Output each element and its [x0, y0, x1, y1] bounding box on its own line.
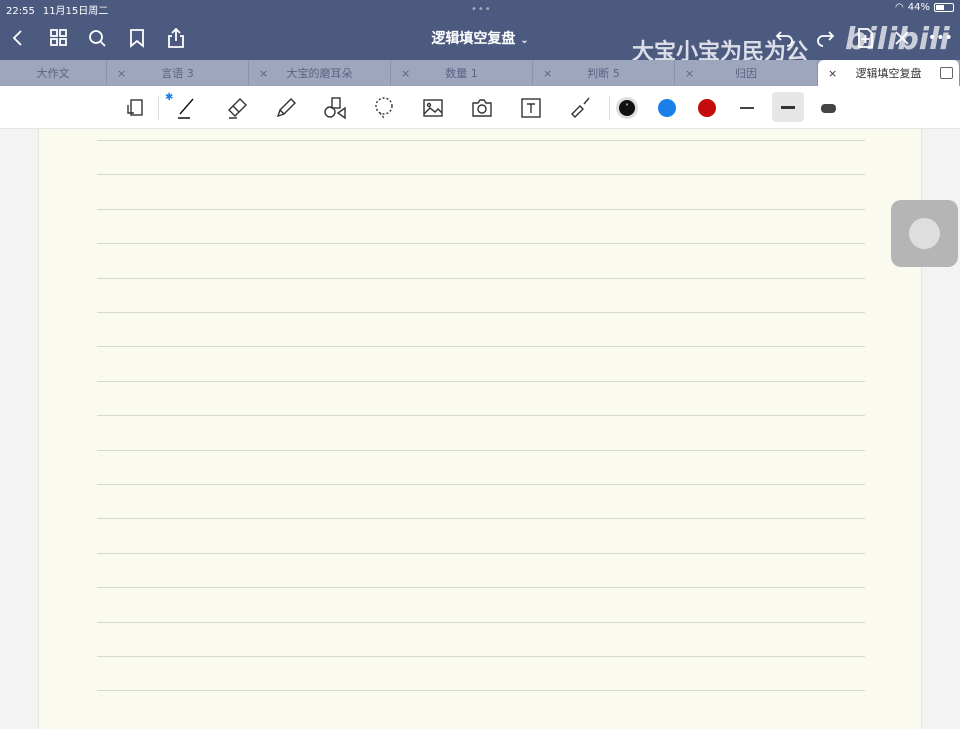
close-tab-icon[interactable]: × [401, 67, 410, 80]
pen-tool[interactable] [172, 94, 200, 122]
ruled-line [97, 484, 865, 485]
chevron-down-icon: ⌄ [520, 35, 529, 46]
tab-label: 归因 [735, 67, 757, 80]
laser-pointer-icon [571, 97, 590, 118]
ruled-line [97, 174, 865, 176]
shapes-icon [324, 97, 346, 120]
status-bar: 22:55 11月15日周二 [6, 2, 116, 17]
ruled-line [97, 518, 865, 520]
laser-pointer-tool[interactable] [566, 94, 594, 122]
redo-button[interactable] [815, 26, 835, 50]
stroke-thin[interactable] [733, 94, 761, 122]
stroke-medium-selected[interactable] [772, 92, 804, 122]
tab-label: 判断 5 [587, 67, 620, 80]
highlighter-tool[interactable] [272, 94, 300, 122]
lasso-tool[interactable] [370, 94, 398, 122]
thin-line-icon [740, 107, 754, 109]
tab-label: 数量 1 [445, 67, 478, 80]
camera-icon [472, 99, 492, 117]
ruled-line [97, 690, 865, 692]
image-icon [423, 99, 443, 117]
status-right: ◠ 44% [895, 2, 954, 13]
eraser-icon [228, 98, 247, 119]
medium-line-icon [781, 105, 795, 109]
lasso-icon [375, 97, 393, 119]
ruled-line [97, 312, 865, 313]
redo-icon [817, 31, 835, 47]
shape-tool[interactable] [321, 94, 349, 122]
tab-moerduo[interactable]: × 大宝的磨耳朵 [249, 60, 391, 86]
ruled-line [97, 140, 865, 141]
ruled-line [97, 621, 865, 623]
ruled-line [97, 346, 865, 348]
read-mode-button[interactable] [121, 94, 149, 122]
stroke-thick[interactable] [814, 94, 842, 122]
text-tool[interactable] [517, 94, 545, 122]
drawing-toolbar: ✱ ˅ [0, 86, 960, 129]
ruled-line [97, 277, 865, 279]
camera-tool[interactable] [468, 94, 496, 122]
color-black[interactable]: ˅ [613, 94, 641, 122]
chevron-down-icon: ˅ [619, 100, 635, 116]
thick-line-icon [820, 103, 836, 113]
divider [609, 96, 610, 120]
tab-dazuowen[interactable]: 大作文 [0, 60, 107, 86]
floating-assistive-button[interactable] [891, 200, 958, 267]
close-tab-icon[interactable]: × [117, 67, 126, 80]
tab-panduan[interactable]: × 判断 5 [533, 60, 675, 86]
divider [158, 96, 159, 120]
image-tool[interactable] [419, 94, 447, 122]
tab-luoji-active[interactable]: × 逻辑填空复盘 [818, 60, 960, 86]
tab-guiyin[interactable]: × 归因 [675, 60, 818, 86]
date: 11月15日周二 [42, 6, 109, 17]
eraser-tool[interactable] [223, 94, 251, 122]
close-tab-icon[interactable]: × [543, 67, 552, 80]
ruled-line [97, 208, 865, 210]
close-tab-icon[interactable]: × [828, 67, 837, 80]
tab-label: 言语 3 [161, 67, 194, 80]
pen-icon [178, 98, 194, 119]
bilibili-logo: bilibili [845, 22, 950, 57]
tab-yanyu[interactable]: × 言语 3 [107, 60, 249, 86]
top-bar: 22:55 11月15日周二 ••• ◠ 44% 逻辑填空复盘 ⌄ ••• 大宝小… [0, 0, 960, 65]
multitask-dots[interactable]: ••• [471, 4, 492, 15]
wifi-icon: ◠ [895, 2, 904, 13]
tab-shuliang[interactable]: × 数量 1 [391, 60, 533, 86]
ruled-line [97, 449, 865, 451]
ruled-line [97, 380, 865, 382]
color-red[interactable] [693, 94, 721, 122]
tab-label: 大宝的磨耳朵 [286, 67, 353, 80]
notebook-page[interactable] [38, 129, 922, 729]
ruled-line [97, 552, 865, 554]
split-view-icon[interactable] [940, 67, 953, 79]
highlighter-icon [276, 98, 296, 118]
tab-label: 逻辑填空复盘 [855, 67, 922, 80]
text-box-icon [521, 98, 541, 118]
color-blue[interactable] [653, 94, 681, 122]
ruled-line [97, 656, 865, 657]
ruled-line [97, 243, 865, 245]
read-mode-icon [127, 99, 143, 116]
ruled-line [97, 415, 865, 417]
tab-label: 大作文 [36, 67, 70, 80]
time: 22:55 [6, 6, 35, 17]
close-tab-icon[interactable]: × [685, 67, 694, 80]
battery-icon [934, 3, 954, 12]
ruled-line [97, 587, 865, 589]
close-tab-icon[interactable]: × [259, 67, 268, 80]
tab-bar: 大作文 × 言语 3 × 大宝的磨耳朵 × 数量 1 × 判断 5 × 归因 × 逻辑填空复… [0, 60, 960, 86]
battery-text: 44% [907, 2, 930, 13]
